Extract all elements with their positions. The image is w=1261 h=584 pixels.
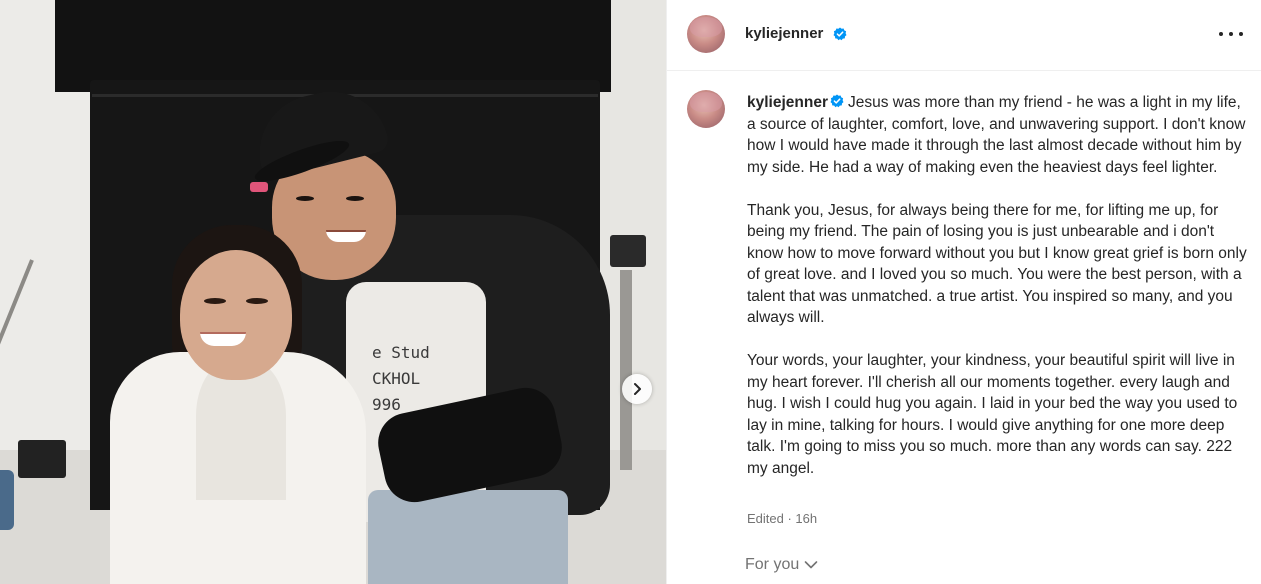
- verified-badge-icon: [833, 27, 847, 41]
- more-options-icon: [1219, 32, 1223, 36]
- post-header: kyliejenner: [667, 0, 1261, 71]
- studio-stand-pole: [620, 270, 632, 470]
- person-jeans: [368, 490, 568, 584]
- person-eye: [346, 196, 364, 201]
- cap-tag: [250, 182, 268, 192]
- chevron-right-icon: [634, 383, 641, 395]
- verified-badge-icon: [830, 94, 844, 108]
- robe-collar: [196, 360, 286, 500]
- woman-eye: [204, 298, 226, 304]
- chevron-down-icon: [804, 561, 818, 569]
- more-dot: [1229, 32, 1233, 36]
- woman-eye: [246, 298, 268, 304]
- post-photo[interactable]: e Stud CKHOL 996: [0, 0, 666, 584]
- studio-equipment: [610, 235, 646, 267]
- light-stand: [0, 259, 34, 456]
- for-you-label: For you: [745, 556, 800, 573]
- more-options-button[interactable]: [1219, 24, 1243, 44]
- avatar[interactable]: [687, 90, 725, 128]
- studio-backdrop-top: [55, 0, 611, 92]
- woman-smile: [200, 332, 246, 346]
- more-dot: [1239, 32, 1243, 36]
- carousel-next-button[interactable]: [622, 374, 652, 404]
- avatar[interactable]: [687, 15, 725, 53]
- caption-paragraph: Your words, your laughter, your kindness…: [747, 352, 1238, 477]
- post-side-panel: kyliejenner kyliejenner Jesus was more th…: [666, 0, 1261, 584]
- caption-username[interactable]: kyliejenner: [747, 94, 828, 111]
- caption-paragraph: kyliejenner Jesus was more than my friend…: [747, 92, 1247, 178]
- equipment-case: [18, 440, 66, 478]
- woman-face: [180, 250, 292, 380]
- blue-object: [0, 470, 14, 530]
- header-username[interactable]: kyliejenner: [745, 25, 823, 42]
- person-smile: [326, 230, 366, 242]
- post-meta-timestamp: Edited · 16h: [747, 511, 818, 526]
- for-you-dropdown[interactable]: For you: [745, 556, 818, 574]
- caption-paragraph: Thank you, Jesus, for always being there…: [747, 201, 1247, 327]
- person-eye: [296, 196, 314, 201]
- caption-text: kyliejenner Jesus was more than my friend…: [747, 92, 1247, 479]
- shirt-print: e Stud CKHOL 996: [372, 343, 430, 414]
